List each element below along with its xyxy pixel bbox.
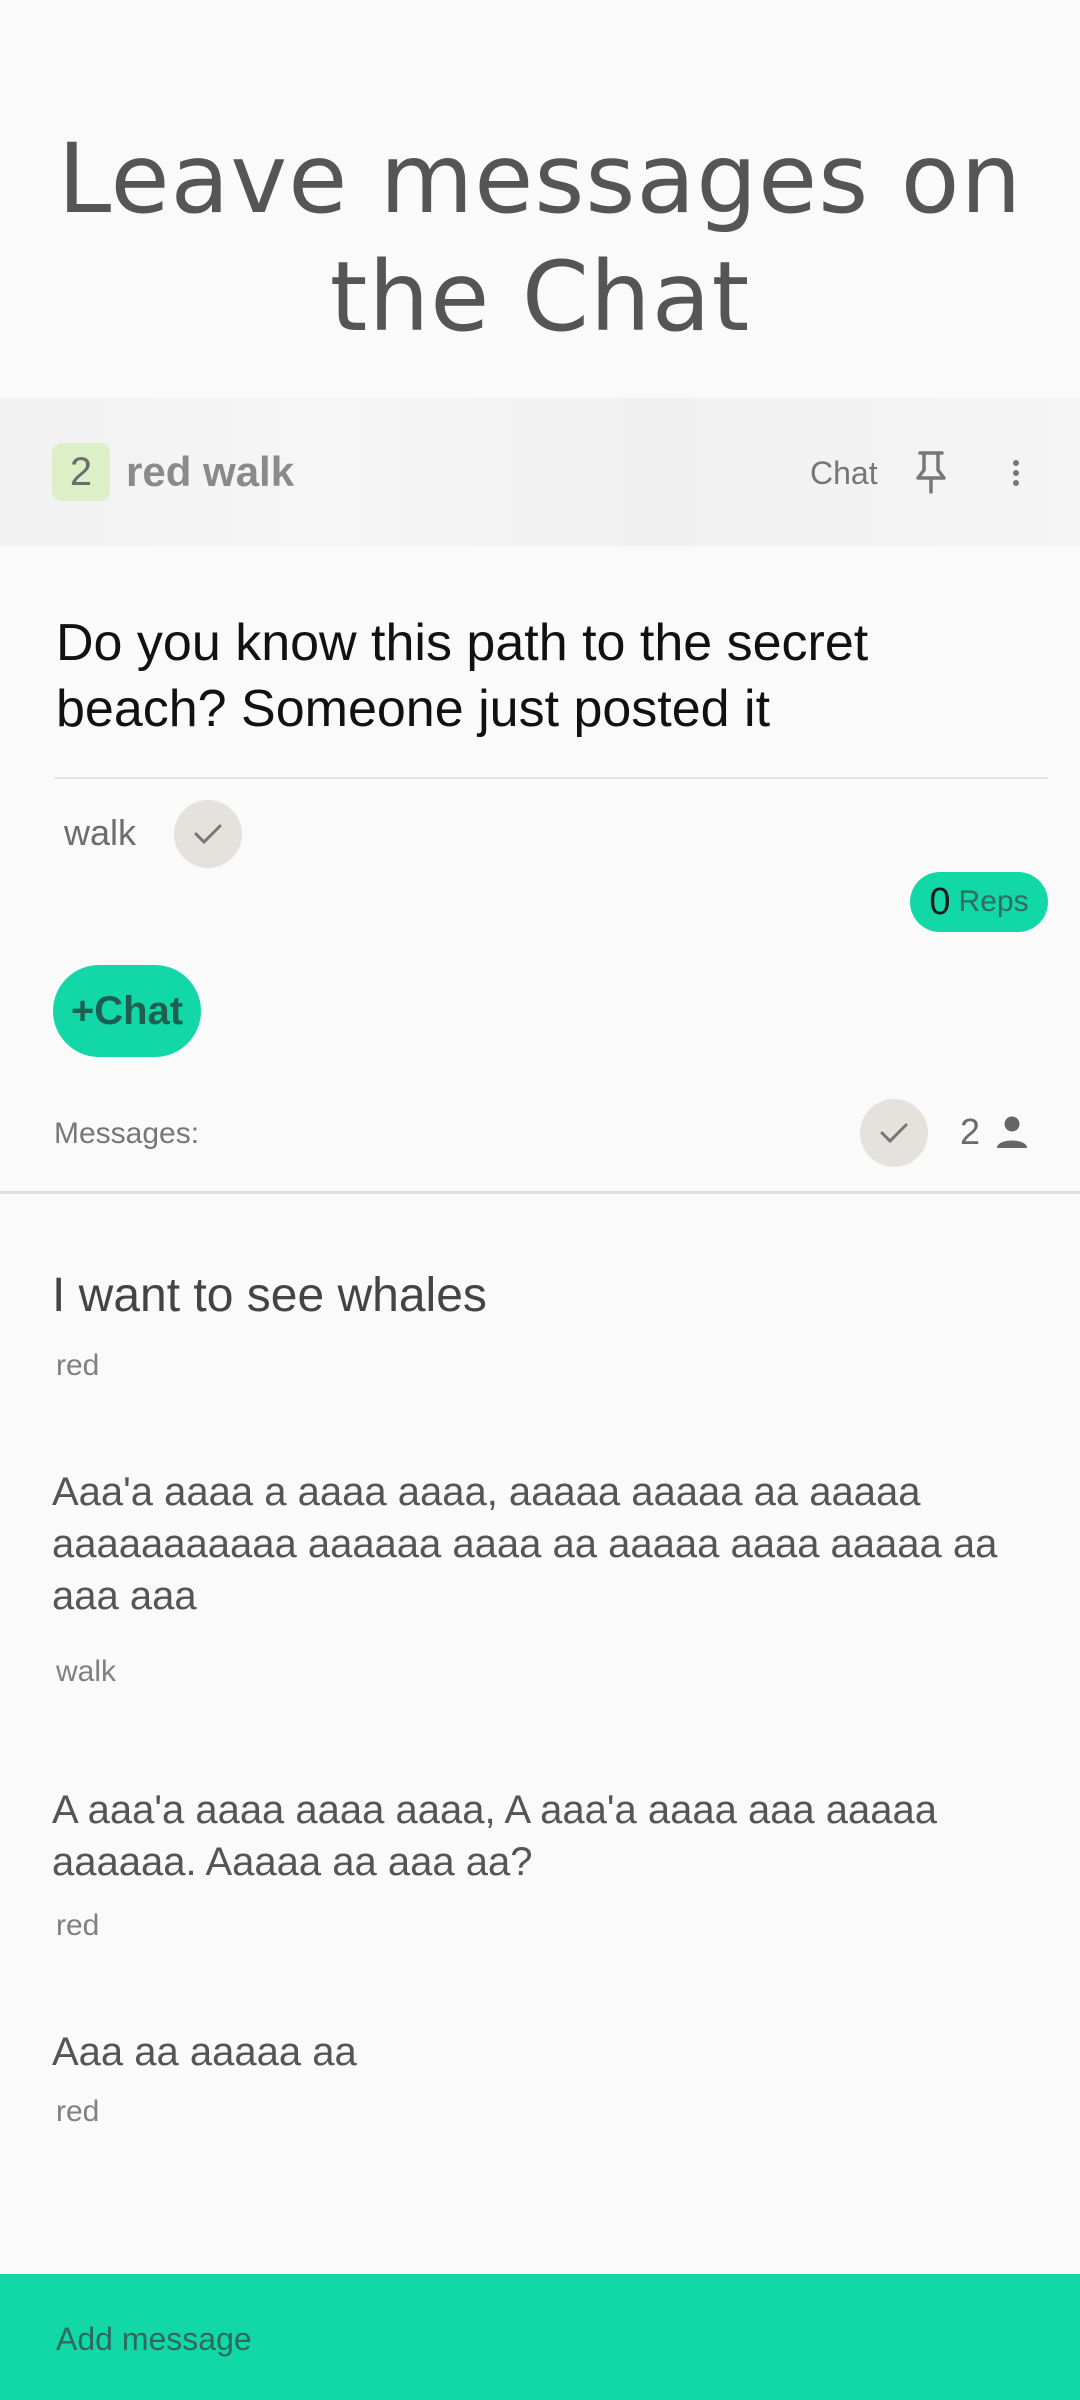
messages-label: Messages: — [54, 1117, 200, 1150]
message-text: Aaa'a aaaa a aaaa aaaa, aaaaa aaaaa aa a… — [52, 1470, 998, 1618]
banner-line-1: Leave messages on — [57, 123, 1023, 235]
pin-icon[interactable] — [912, 450, 950, 494]
message-text: Aaa aa aaaaa aa — [52, 2030, 357, 2074]
count-badge: 2 — [52, 443, 110, 501]
more-vert-icon[interactable] — [1004, 454, 1028, 492]
message-text: A aaa'a aaaa aaaa aaaa, A aaa'a aaaa aaa… — [52, 1788, 938, 1884]
participant-count: 2 — [960, 1111, 981, 1152]
message-author: red — [56, 1909, 100, 1942]
tag-label: walk — [64, 812, 137, 853]
message-input[interactable]: Add message — [56, 2318, 252, 2360]
divider — [0, 1191, 1080, 1194]
reps-label: Reps — [958, 885, 1029, 918]
message-input-bar[interactable]: Add message — [0, 2274, 1080, 2400]
reps-badge[interactable]: 0 Reps — [910, 872, 1048, 932]
banner-line-2: the Chat — [329, 241, 751, 353]
chat-screen: Leave messages on the Chat 2 red walk Ch… — [0, 0, 1080, 2400]
check-icon — [194, 824, 222, 845]
add-chat-button[interactable]: +Chat — [53, 965, 201, 1057]
message-text: I want to see whales — [52, 1269, 487, 1322]
person-icon — [997, 1116, 1027, 1148]
message-author: red — [56, 1349, 100, 1382]
reps-count: 0 — [929, 880, 951, 923]
chat-tab[interactable]: Chat — [810, 452, 878, 494]
check-button[interactable] — [860, 1099, 928, 1167]
divider — [54, 777, 1048, 779]
header-title[interactable]: red walk — [126, 446, 294, 498]
banner: Leave messages on the Chat — [0, 120, 1080, 356]
message-author: walk — [56, 1655, 117, 1688]
message-author: red — [56, 2095, 100, 2128]
question-text: Do you know this path to the secret beac… — [56, 614, 869, 738]
check-icon — [880, 1123, 908, 1144]
check-button[interactable] — [174, 800, 242, 868]
